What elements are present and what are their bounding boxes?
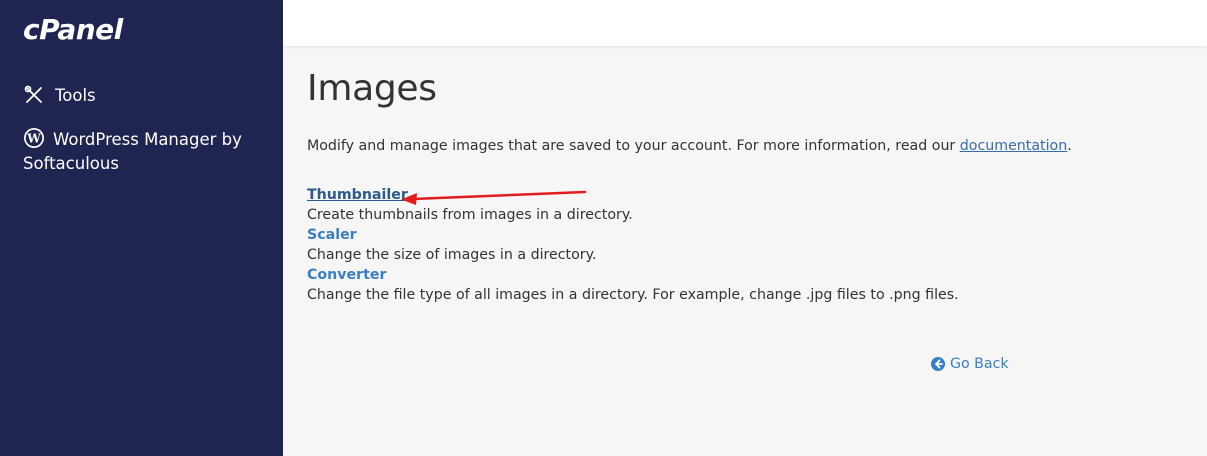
- intro-text-body: Modify and manage images that are saved …: [307, 138, 960, 154]
- wordpress-icon: W: [24, 128, 44, 148]
- scaler-description: Change the size of images in a directory…: [307, 247, 597, 263]
- tools-icon: [24, 85, 42, 103]
- sidebar-item-wordpress-manager[interactable]: W WordPress Manager by Softaculous: [23, 127, 273, 176]
- annotation-arrow: [401, 190, 587, 205]
- documentation-link[interactable]: documentation: [960, 138, 1067, 154]
- sidebar-item-tools[interactable]: Tools: [23, 84, 96, 108]
- go-back-label: Go Back: [950, 356, 1009, 372]
- sidebar-item-label: Tools: [55, 86, 96, 105]
- sidebar: cPanel Tools W WordPress Manager by Soft…: [0, 0, 283, 456]
- converter-link[interactable]: Converter: [307, 267, 387, 283]
- sidebar-item-label: WordPress Manager by Softaculous: [23, 130, 242, 173]
- cpanel-logo[interactable]: cPanel: [23, 13, 123, 46]
- top-bar: [283, 0, 1207, 46]
- svg-text:W: W: [26, 132, 41, 146]
- arrow-left-circle-icon: [931, 357, 945, 371]
- thumbnailer-description: Create thumbnails from images in a direc…: [307, 207, 633, 223]
- scaler-link[interactable]: Scaler: [307, 227, 357, 243]
- go-back-link[interactable]: Go Back: [931, 356, 1009, 372]
- converter-description: Change the file type of all images in a …: [307, 287, 959, 303]
- intro-text: Modify and manage images that are saved …: [307, 138, 1072, 154]
- intro-text-end: .: [1067, 138, 1072, 154]
- page-title: Images: [307, 68, 437, 109]
- thumbnailer-link[interactable]: Thumbnailer: [307, 187, 408, 203]
